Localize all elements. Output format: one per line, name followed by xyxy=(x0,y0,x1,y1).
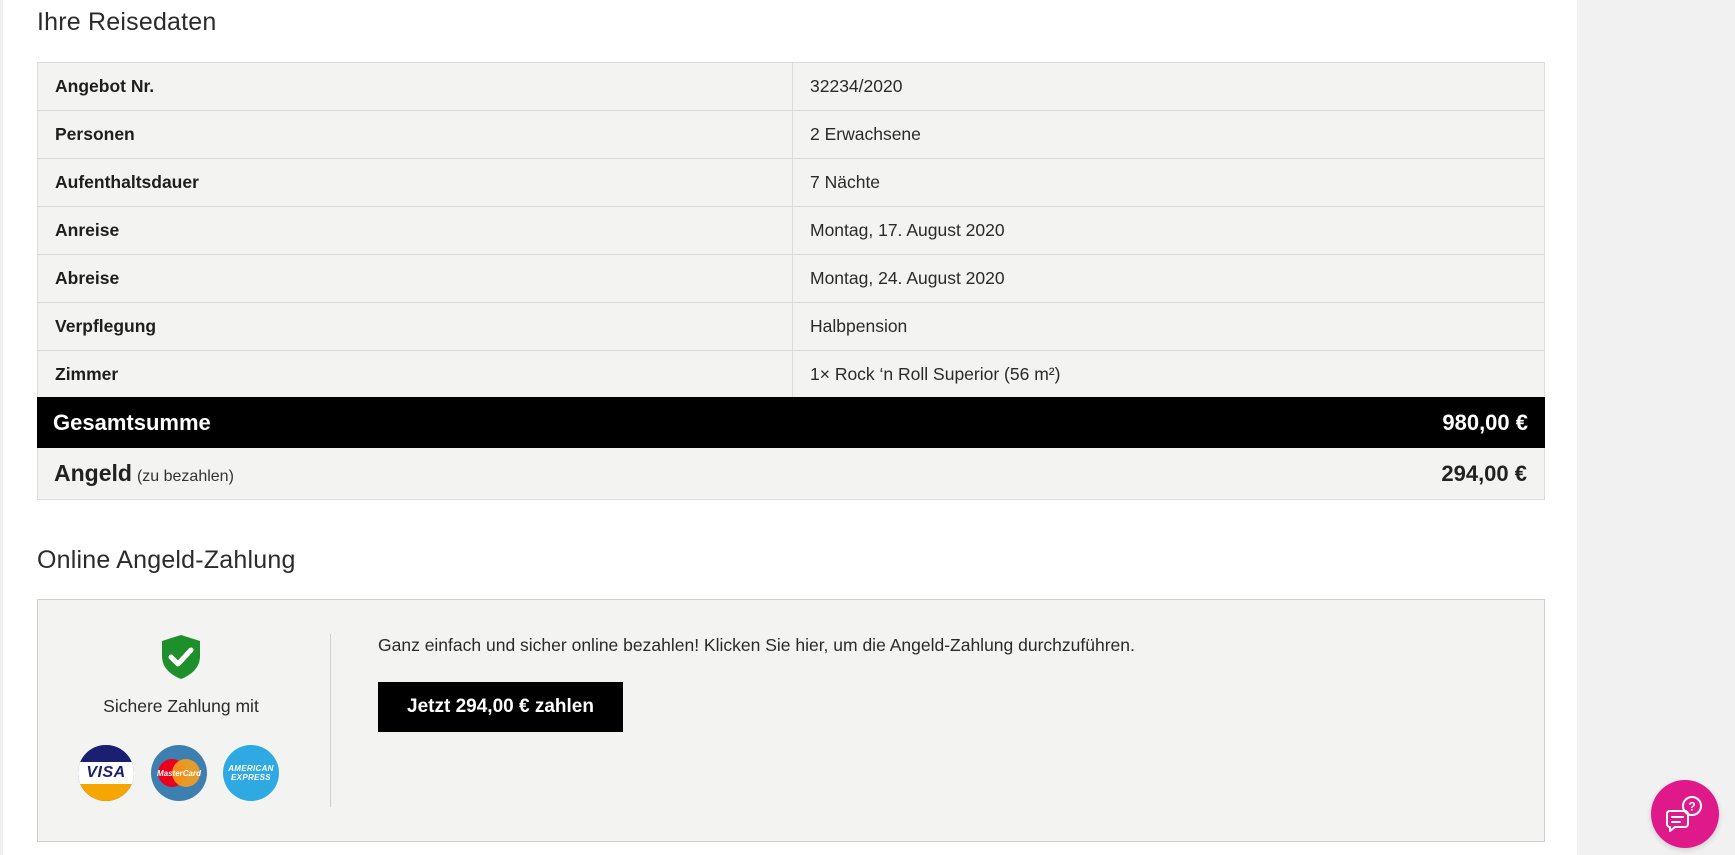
row-value: 7 Nächte xyxy=(792,158,1545,207)
deposit-label-group: Angeld (zu bezahlen) xyxy=(54,460,234,487)
row-value: Halbpension xyxy=(792,302,1545,351)
shield-check-icon xyxy=(162,635,200,679)
travel-data-table: Angebot Nr. 32234/2020 Personen 2 Erwach… xyxy=(37,62,1545,399)
row-label: Angebot Nr. xyxy=(37,62,793,111)
total-label: Gesamtsumme xyxy=(53,409,211,435)
row-value: 2 Erwachsene xyxy=(792,110,1545,159)
row-label: Abreise xyxy=(37,254,793,303)
row-value: 32234/2020 xyxy=(792,62,1545,111)
total-row: Gesamtsumme 980,00 € xyxy=(37,397,1545,448)
row-label: Verpflegung xyxy=(37,302,793,351)
pay-now-button[interactable]: Jetzt 294,00 € zahlen xyxy=(378,682,623,732)
table-row: Abreise Montag, 24. August 2020 xyxy=(37,254,1545,303)
table-row: Anreise Montag, 17. August 2020 xyxy=(37,206,1545,255)
deposit-row: Angeld (zu bezahlen) 294,00 € xyxy=(37,448,1545,500)
svg-text:?: ? xyxy=(1688,800,1695,814)
row-label: Anreise xyxy=(37,206,793,255)
visa-card-label: VISA xyxy=(86,764,126,781)
table-row: Aufenthaltsdauer 7 Nächte xyxy=(37,158,1545,207)
row-value: 1× Rock ‘n Roll Superior (56 m²) xyxy=(792,350,1545,399)
vertical-divider xyxy=(330,634,331,807)
row-label: Aufenthaltsdauer xyxy=(37,158,793,207)
right-gutter xyxy=(1577,0,1735,855)
help-chat-button[interactable]: ? xyxy=(1651,780,1719,848)
row-value: Montag, 17. August 2020 xyxy=(792,206,1545,255)
table-row: Zimmer 1× Rock ‘n Roll Superior (56 m²) xyxy=(37,350,1545,399)
table-row: Angebot Nr. 32234/2020 xyxy=(37,62,1545,111)
visa-card-icon: VISA xyxy=(78,745,134,801)
deposit-amount: 294,00 € xyxy=(1441,460,1527,486)
total-amount: 980,00 € xyxy=(1442,409,1528,435)
row-label: Zimmer xyxy=(37,350,793,399)
row-label: Personen xyxy=(37,110,793,159)
amex-card-label: AMERICAN EXPRESS xyxy=(228,764,274,782)
deposit-note: (zu bezahlen) xyxy=(136,468,234,485)
chat-help-icon: ? xyxy=(1666,796,1702,832)
payment-description: Ganz einfach und sicher online bezahlen!… xyxy=(378,635,1135,655)
mastercard-icon: MasterCard xyxy=(151,745,207,801)
secure-payment-column: Sichere Zahlung mit VISA MasterCard AMER… xyxy=(38,600,330,843)
travel-data-title: Ihre Reisedaten xyxy=(37,8,217,36)
deposit-label: Angeld xyxy=(54,460,132,486)
page-content: Ihre Reisedaten Angebot Nr. 32234/2020 P… xyxy=(3,0,1577,855)
amex-card-icon: AMERICAN EXPRESS xyxy=(223,745,279,801)
online-payment-title: Online Angeld-Zahlung xyxy=(37,546,296,574)
row-value: Montag, 24. August 2020 xyxy=(792,254,1545,303)
table-row: Verpflegung Halbpension xyxy=(37,302,1545,351)
secure-payment-text: Sichere Zahlung mit xyxy=(103,696,259,716)
payment-box: Sichere Zahlung mit VISA MasterCard AMER… xyxy=(37,599,1545,842)
mastercard-label: MasterCard xyxy=(156,768,201,778)
table-row: Personen 2 Erwachsene xyxy=(37,110,1545,159)
